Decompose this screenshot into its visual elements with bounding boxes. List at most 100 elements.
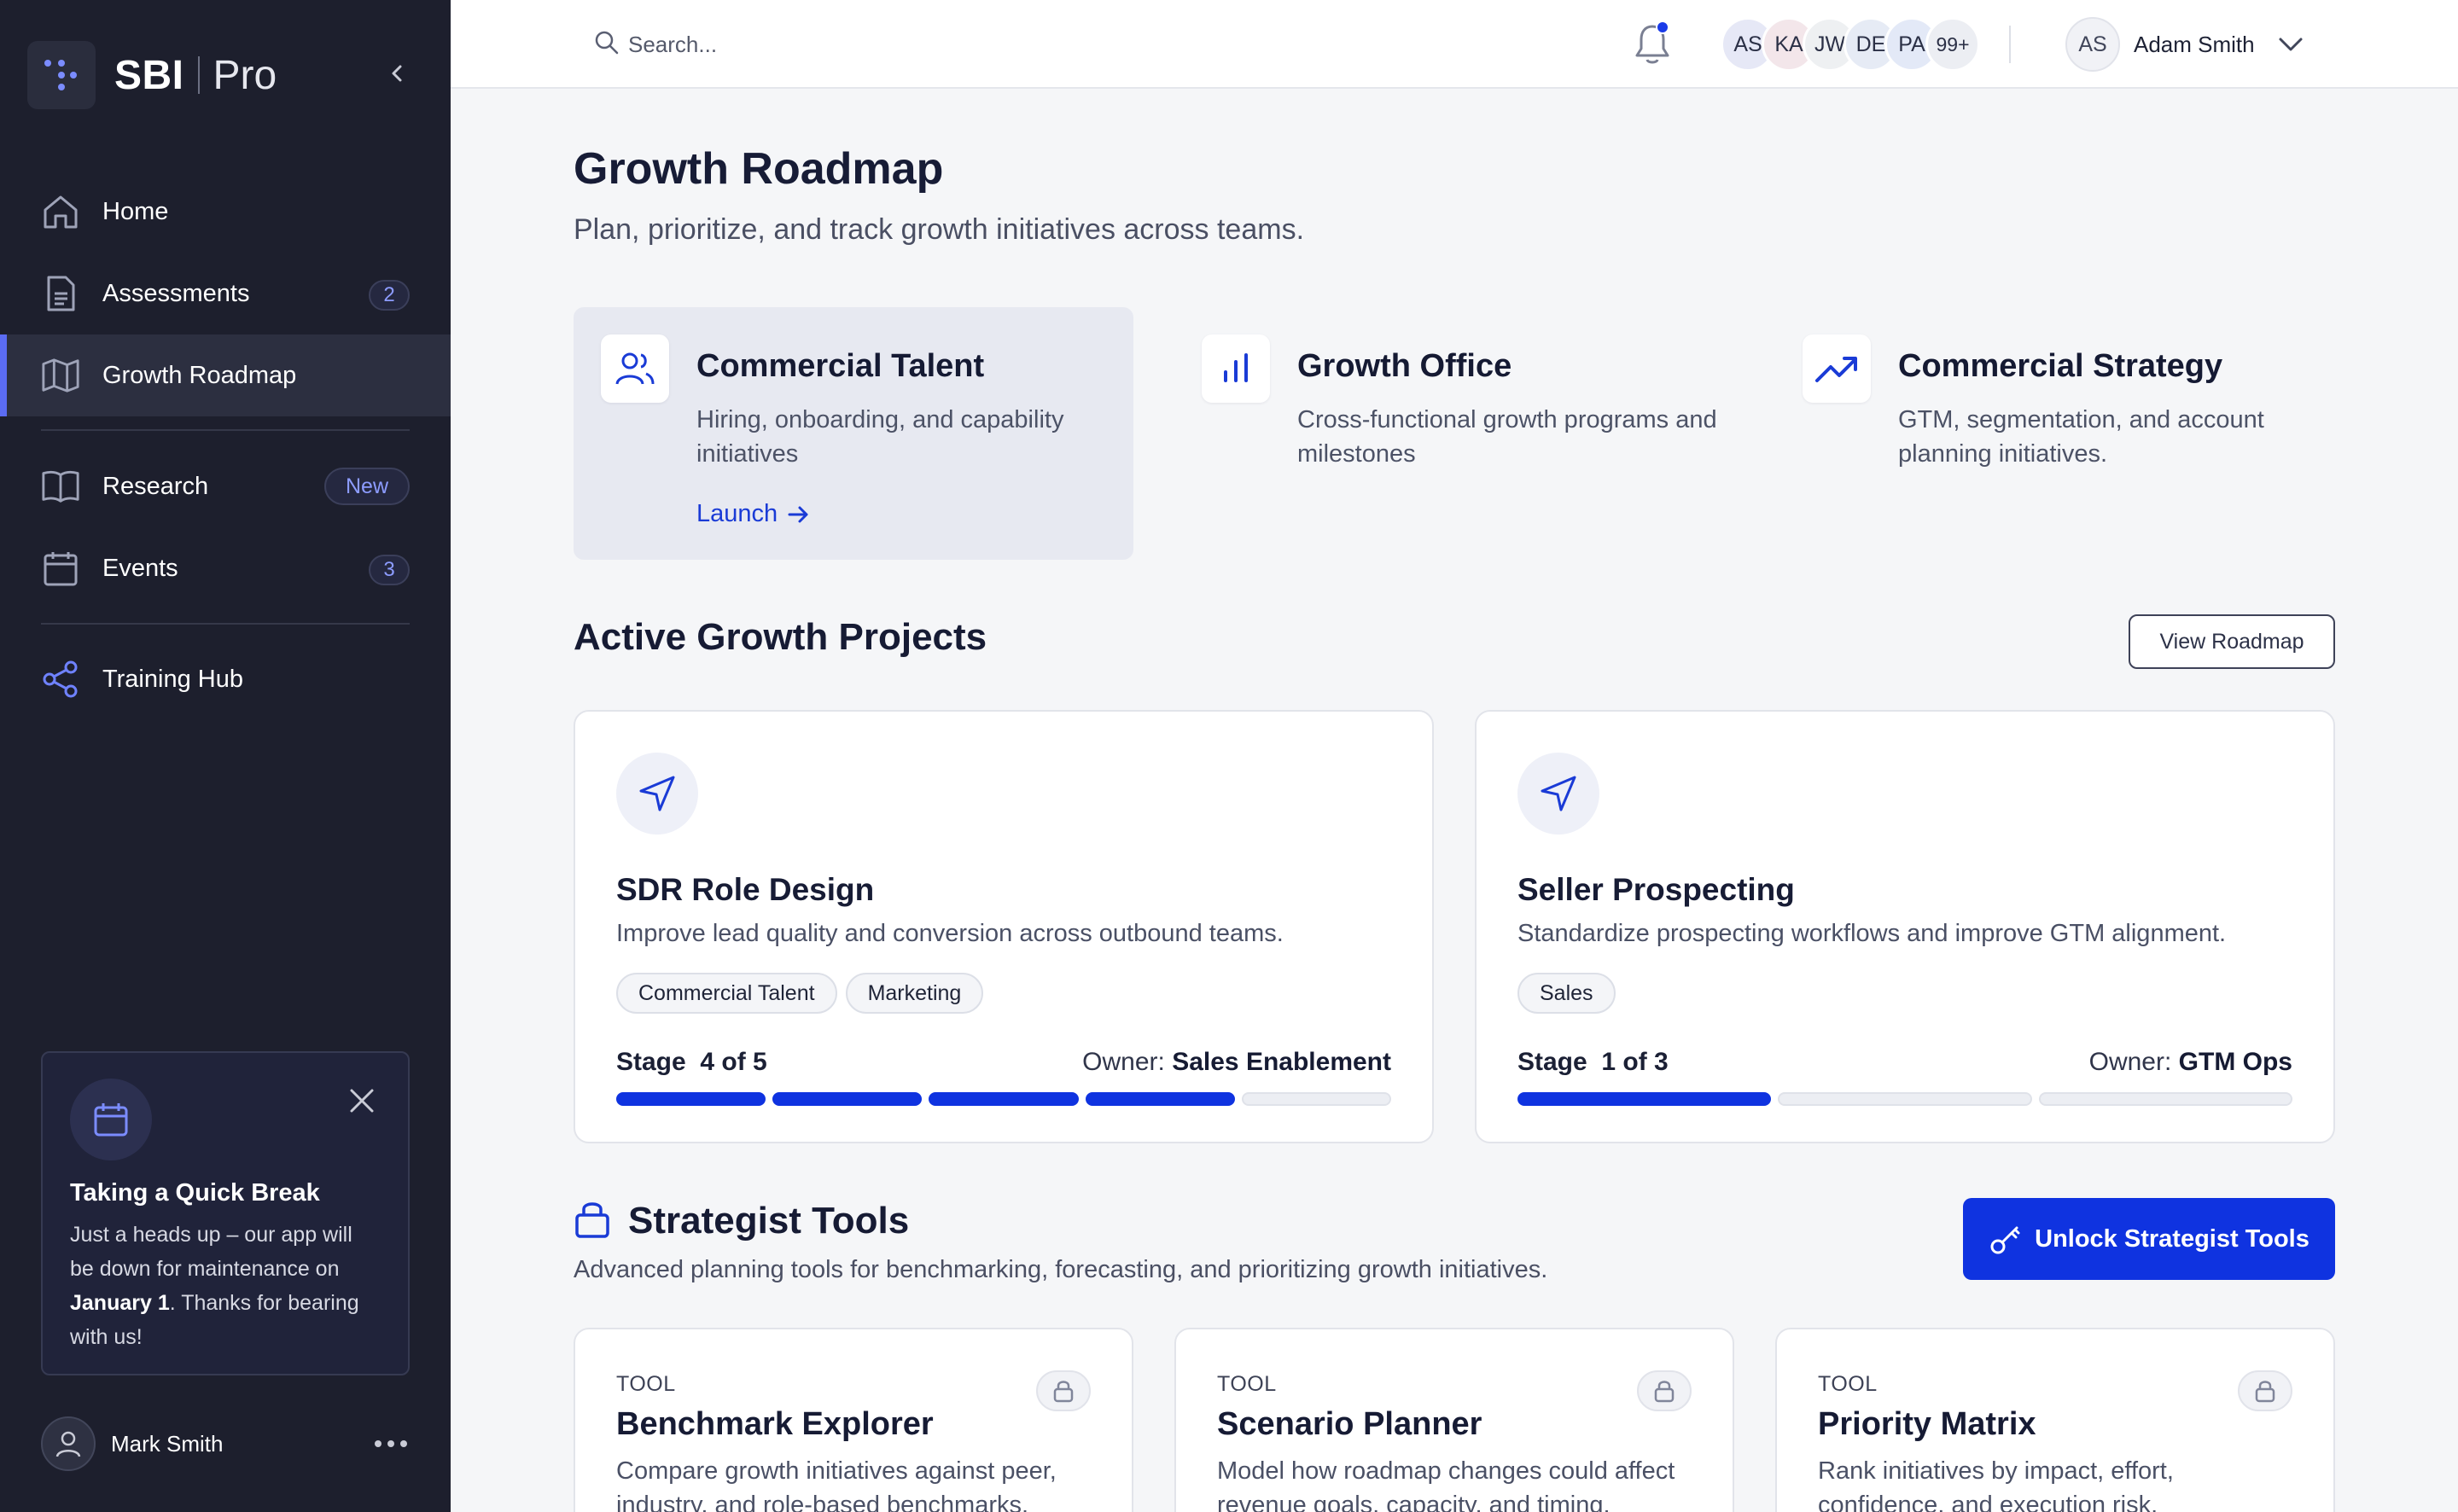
notice-body-text: Just a heads up – our app will be down f… — [70, 1223, 352, 1281]
tag[interactable]: Sales — [1517, 973, 1616, 1014]
search-bar[interactable] — [594, 27, 1106, 61]
arrow-right-icon — [788, 506, 808, 522]
collapse-sidebar-chevron-left-icon[interactable] — [382, 58, 413, 89]
project-owner: Owner: Sales Enablement — [1082, 1048, 1391, 1077]
maintenance-notice: Taking a Quick Break Just a heads up – o… — [41, 1051, 410, 1375]
lock-icon — [574, 1198, 611, 1243]
sidebar-divider — [41, 429, 410, 431]
chevron-down-icon — [2277, 31, 2304, 58]
tools-header: Strategist Tools — [574, 1198, 909, 1243]
sidebar-item-training-hub[interactable]: Training Hub — [0, 638, 451, 720]
tool-desc: Rank initiatives by impact, effort, conf… — [1818, 1457, 2174, 1512]
stage-progress — [616, 1092, 1392, 1106]
notice-body: Just a heads up – our app will be down f… — [70, 1218, 381, 1354]
stage-progress — [1517, 1092, 2292, 1106]
search-icon — [594, 30, 620, 60]
sidebar-item-label: Research — [102, 472, 209, 500]
project-owner: Owner: GTM Ops — [2089, 1048, 2292, 1077]
tools-desc: Advanced planning tools for benchmarking… — [574, 1256, 1548, 1283]
sidebar-item-label: Assessments — [102, 279, 250, 307]
sidebar-item-growth-roadmap[interactable]: Growth Roadmap — [0, 334, 451, 416]
project-stage: Stage 4 of 5 — [616, 1048, 767, 1077]
launch-link-label: Launch — [696, 500, 778, 527]
stage-label: Stage — [1517, 1048, 1587, 1076]
stage-value: 4 of 5 — [700, 1048, 767, 1076]
feature-title: Commercial Strategy — [1898, 348, 2223, 384]
sidebar-item-label: Home — [102, 197, 169, 225]
view-roadmap-button[interactable]: View Roadmap — [2129, 614, 2335, 669]
page-title: Growth Roadmap — [574, 144, 944, 194]
project-desc: Improve lead quality and conversion acro… — [616, 920, 1284, 947]
key-icon — [1990, 1226, 2020, 1254]
search-input[interactable] — [628, 31, 1089, 58]
lock-icon[interactable] — [1637, 1370, 1692, 1411]
feature-desc: Hiring, onboarding, and capability initi… — [696, 406, 1064, 468]
project-tags: Commercial Talent Marketing — [616, 973, 992, 1014]
brand[interactable]: SBI Pro — [27, 41, 277, 109]
tool-card-priority-matrix[interactable]: TOOL Priority Matrix Rank initiatives by… — [1775, 1328, 2335, 1512]
sidebar-item-events[interactable]: Events 3 — [0, 527, 451, 609]
sidebar-item-research[interactable]: Research New — [0, 445, 451, 527]
more-options-icon[interactable] — [372, 1427, 410, 1461]
notification-dot — [1656, 20, 1669, 34]
count-badge: 2 — [369, 280, 410, 311]
page-subtitle: Plan, prioritize, and track growth initi… — [574, 213, 1305, 246]
feature-card-commercial-strategy[interactable]: Commercial Strategy GTM, segmentation, a… — [1775, 307, 2335, 560]
feature-card-commercial-talent[interactable]: Commercial Talent Hiring, onboarding, an… — [574, 307, 1133, 560]
feature-desc: Cross-functional growth programs and mil… — [1297, 406, 1717, 468]
topbar-divider — [2009, 26, 2011, 63]
progress-segment — [1085, 1092, 1235, 1106]
owner-value: Sales Enablement — [1172, 1048, 1391, 1076]
feature-title: Growth Office — [1297, 348, 1512, 384]
tool-title: Benchmark Explorer — [616, 1406, 934, 1442]
progress-segment — [1517, 1092, 1772, 1106]
project-tags: Sales — [1517, 973, 1624, 1014]
share-icon — [41, 660, 80, 699]
stage-value: 1 of 3 — [1601, 1048, 1669, 1076]
document-icon — [41, 274, 80, 313]
users-icon — [601, 334, 669, 403]
avatar: AS — [2065, 17, 2120, 72]
tag[interactable]: Marketing — [845, 973, 984, 1014]
section-title: Active Growth Projects — [574, 616, 987, 658]
progress-segment — [772, 1092, 923, 1106]
close-icon[interactable] — [345, 1084, 379, 1118]
new-badge: New — [324, 468, 410, 505]
tool-card-scenario-planner[interactable]: TOOL Scenario Planner Model how roadmap … — [1174, 1328, 1734, 1512]
tool-kicker: TOOL — [1217, 1372, 1277, 1396]
sidebar-user-name: Mark Smith — [111, 1430, 224, 1457]
lock-icon[interactable] — [1036, 1370, 1091, 1411]
tool-card-benchmark-explorer[interactable]: TOOL Benchmark Explorer Compare growth i… — [574, 1328, 1133, 1512]
map-icon — [41, 356, 80, 395]
sidebar-user[interactable]: Mark Smith — [41, 1416, 410, 1471]
user-menu[interactable]: AS Adam Smith — [2065, 17, 2304, 72]
feature-title: Commercial Talent — [696, 348, 985, 384]
trending-up-icon — [1803, 334, 1871, 403]
more-avatars-count[interactable]: 99+ — [1925, 17, 1980, 72]
project-card-sdr-role-design[interactable]: SDR Role Design Improve lead quality and… — [574, 710, 1434, 1143]
feature-card-growth-office[interactable]: Growth Office Cross-functional growth pr… — [1174, 307, 1734, 560]
topbar: AS KA JW DE PA 99+ AS Adam Smith — [451, 0, 2458, 89]
sidebar: SBI Pro Home Assessments 2 Growth Roadma… — [0, 0, 451, 1512]
user-icon — [41, 1416, 96, 1471]
sidebar-divider — [41, 623, 410, 625]
team-avatars: AS KA JW DE PA 99+ — [1721, 17, 1980, 72]
home-icon — [41, 192, 80, 231]
launch-link[interactable]: Launch — [696, 500, 810, 528]
sidebar-item-assessments[interactable]: Assessments 2 — [0, 253, 451, 334]
notice-title: Taking a Quick Break — [70, 1179, 320, 1207]
project-card-seller-prospecting[interactable]: Seller Prospecting Standardize prospecti… — [1475, 710, 2335, 1143]
progress-segment — [929, 1092, 1079, 1106]
sidebar-item-home[interactable]: Home — [0, 171, 451, 253]
sidebar-item-label: Training Hub — [102, 665, 243, 693]
lock-icon[interactable] — [2238, 1370, 2292, 1411]
project-desc: Standardize prospecting workflows and im… — [1517, 920, 2227, 947]
tag[interactable]: Commercial Talent — [616, 973, 837, 1014]
notifications-bell-icon[interactable] — [1630, 20, 1675, 68]
tool-title: Priority Matrix — [1818, 1406, 2036, 1442]
brand-separator — [197, 56, 200, 94]
unlock-strategist-tools-button[interactable]: Unlock Strategist Tools — [1963, 1198, 2335, 1280]
owner-label: Owner: — [1082, 1048, 1165, 1076]
tool-desc: Model how roadmap changes could affect r… — [1217, 1457, 1675, 1512]
progress-segment — [616, 1092, 766, 1106]
